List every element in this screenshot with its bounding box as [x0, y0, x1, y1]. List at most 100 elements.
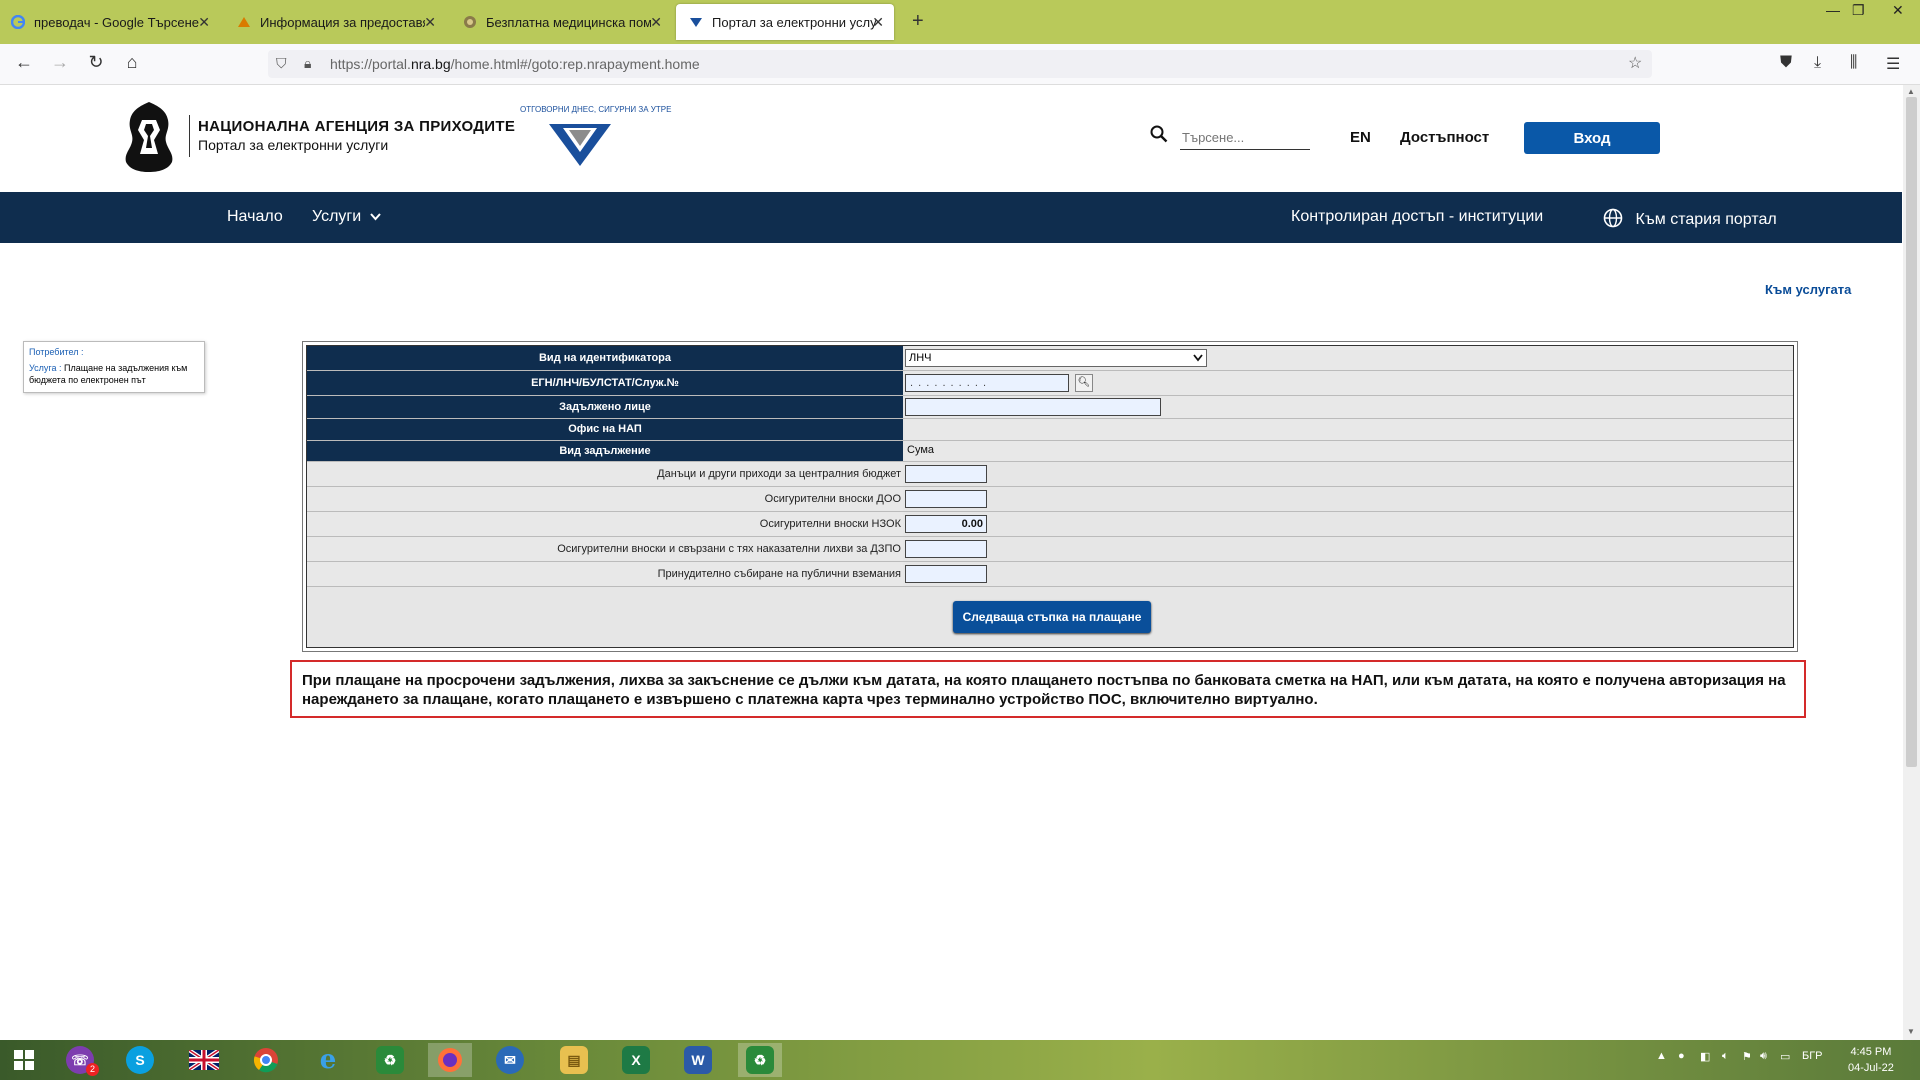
scrollbar-thumb[interactable]	[1906, 97, 1917, 767]
liability-row-label: Осигурителни вноски НЗОК	[307, 512, 903, 536]
word-icon[interactable]: W	[676, 1043, 720, 1077]
close-tab-icon[interactable]: ✕	[872, 14, 884, 31]
recycle-app-icon[interactable]: ♻	[368, 1043, 412, 1077]
browser-tab-active[interactable]: Портал за електронни услуги ✕	[676, 4, 894, 40]
close-tab-icon[interactable]: ✕	[424, 14, 436, 31]
browser-tab[interactable]: преводач - Google Търсене ✕	[10, 4, 220, 40]
taskbar-clock[interactable]: 4:45 PM 04-Jul-22	[1848, 1044, 1894, 1076]
scroll-up-icon[interactable]: ▲	[1907, 87, 1915, 96]
close-tab-icon[interactable]: ✕	[650, 14, 662, 31]
url-text: https://portal.nra.bg/home.html#/goto:re…	[330, 56, 700, 72]
liability-amount-input[interactable]	[905, 490, 987, 508]
obligor-label: Задължено лице	[307, 396, 903, 418]
library-icon[interactable]: ⫼	[1850, 54, 1857, 72]
search-icon[interactable]	[1150, 125, 1168, 149]
keyboard-language[interactable]: БГР	[1802, 1050, 1823, 1062]
nav-old-portal[interactable]: Към стария портал	[1603, 208, 1777, 233]
volume-icon[interactable]: 🔊︎	[1760, 1050, 1767, 1063]
obligor-input[interactable]	[905, 398, 1161, 416]
amount-header-cell	[905, 441, 1793, 461]
minimize-icon[interactable]: —	[1826, 2, 1840, 18]
nav-services[interactable]: Услуги	[312, 208, 381, 226]
scroll-down-icon[interactable]: ▼	[1907, 1027, 1915, 1036]
new-tab-button[interactable]: +	[912, 10, 924, 33]
home-icon[interactable]: ⌂	[120, 52, 144, 73]
browser-tab[interactable]: Безплатна медицинска помощ ✕	[462, 4, 672, 40]
tray-network-icon[interactable]: ◧	[1700, 1050, 1710, 1063]
medical-icon	[462, 14, 478, 30]
address-bar[interactable]: ⛉ 🔒︎ https://portal.nra.bg/home.html#/go…	[268, 50, 1652, 78]
forward-icon[interactable]: →	[48, 52, 72, 73]
login-button[interactable]: Вход	[1524, 122, 1660, 154]
liability-row-label: Данъци и други приходи за централния бюд…	[307, 462, 903, 486]
uk-flag-icon[interactable]	[182, 1043, 226, 1077]
tray-display-icon[interactable]: ▭	[1780, 1050, 1790, 1063]
lock-icon[interactable]: 🔒︎	[304, 55, 311, 72]
nav-home[interactable]: Начало	[227, 208, 283, 226]
language-switch-link[interactable]: EN	[1350, 129, 1371, 146]
chrome-icon[interactable]	[244, 1043, 288, 1077]
search-input[interactable]	[1180, 125, 1310, 150]
page-content: НАЦИОНАЛНА АГЕНЦИЯ ЗА ПРИХОДИТЕ Портал з…	[0, 85, 1902, 1040]
lookup-search-icon[interactable]: 🔍︎	[1075, 374, 1093, 392]
next-payment-step-button[interactable]: Следваща стъпка на плащане	[953, 601, 1151, 633]
tab-title: Информация за предоставяне	[260, 14, 425, 30]
back-icon[interactable]: ←	[12, 52, 36, 73]
tray-app-icon[interactable]: ●	[1678, 1050, 1685, 1062]
office-cell	[905, 419, 1793, 440]
liability-amount-input[interactable]: 0.00	[905, 515, 987, 533]
browser-tab-bar: преводач - Google Търсене ✕ Информация з…	[0, 0, 1920, 44]
restore-icon[interactable]: ❐	[1852, 2, 1865, 19]
firefox-icon[interactable]	[428, 1043, 472, 1077]
viber-badge: 2	[86, 1063, 99, 1076]
shield-icon[interactable]: ⛉	[276, 55, 287, 72]
close-tab-icon[interactable]: ✕	[198, 14, 210, 31]
liability-amount-input[interactable]	[905, 540, 987, 558]
recycle-app-icon[interactable]: ♻	[738, 1043, 782, 1077]
row-divider	[307, 586, 1793, 587]
user-info-box: Потребител : Услуга : Плащане на задълже…	[23, 341, 205, 393]
tray-flag-icon[interactable]: ⚑	[1742, 1050, 1752, 1063]
excel-icon[interactable]: X	[614, 1043, 658, 1077]
id-type-select[interactable]: ЛНЧ	[905, 349, 1207, 367]
close-window-icon[interactable]: ✕	[1892, 2, 1904, 19]
tab-title: Портал за електронни услуги	[712, 14, 877, 30]
thunderbird-icon[interactable]: ✉	[488, 1043, 532, 1077]
browser-tab[interactable]: Информация за предоставяне ✕	[236, 4, 446, 40]
page-scrollbar[interactable]: ▲ ▼	[1903, 85, 1920, 1040]
viber-icon[interactable]: ☏ 2	[58, 1043, 102, 1077]
tray-mute-icon[interactable]: 🔈︎	[1722, 1050, 1729, 1063]
payment-form-table: Вид на идентификатора ЛНЧ ЕГН/ЛНЧ/БУЛСТА…	[306, 345, 1794, 648]
download-icon[interactable]: ⤓	[1814, 54, 1821, 72]
internet-explorer-icon[interactable]: e	[306, 1043, 350, 1077]
liability-amount-input[interactable]	[905, 465, 987, 483]
menu-icon[interactable]: ☰	[1886, 54, 1900, 74]
office-label: Офис на НАП	[307, 419, 903, 440]
nav-controlled-access[interactable]: Контролиран достъп - институции	[1291, 208, 1543, 226]
coat-of-arms-logo	[125, 102, 173, 172]
tray-expand-icon[interactable]: ▲	[1656, 1050, 1667, 1062]
accessibility-link[interactable]: Достъпност	[1400, 129, 1489, 146]
liability-row-label: Принудително събиране на публични вземан…	[307, 562, 903, 586]
motto-text: ОТГОВОРНИ ДНЕС, СИГУРНИ ЗА УТРЕ	[520, 105, 672, 114]
file-explorer-icon[interactable]: ▤	[552, 1043, 596, 1077]
id-number-input[interactable]: . . . . . . . . . .	[905, 374, 1069, 392]
globe-icon	[1603, 208, 1623, 233]
clock-time: 4:45 PM	[1850, 1046, 1892, 1058]
liability-type-label: Вид задължение	[307, 441, 903, 461]
skype-icon[interactable]: S	[118, 1043, 162, 1077]
windows-start-icon[interactable]	[2, 1043, 46, 1077]
liability-amount-input[interactable]	[905, 565, 987, 583]
id-type-value: ЛНЧ	[909, 352, 932, 364]
bookmark-star-icon[interactable]: ☆	[1628, 53, 1642, 73]
pocket-icon[interactable]: ⛊	[1780, 54, 1792, 72]
main-navigation: Начало Услуги Контролиран достъп - инсти…	[0, 192, 1902, 243]
tab-title: Безплатна медицинска помощ	[486, 14, 651, 30]
amount-header: Сума	[907, 444, 935, 456]
nra-icon	[688, 14, 704, 30]
tab-title: преводач - Google Търсене	[34, 14, 200, 30]
to-service-link[interactable]: Към услугата	[1765, 282, 1851, 297]
reload-icon[interactable]: ↻	[84, 52, 108, 73]
nra-v-logo-icon	[549, 124, 611, 166]
windows-taskbar: ☏ 2 S e ♻ ✉ ▤ X W ♻ ▲ ● ◧ 🔈︎ ⚑ 🔊︎ ▭ БГР …	[0, 1040, 1920, 1080]
